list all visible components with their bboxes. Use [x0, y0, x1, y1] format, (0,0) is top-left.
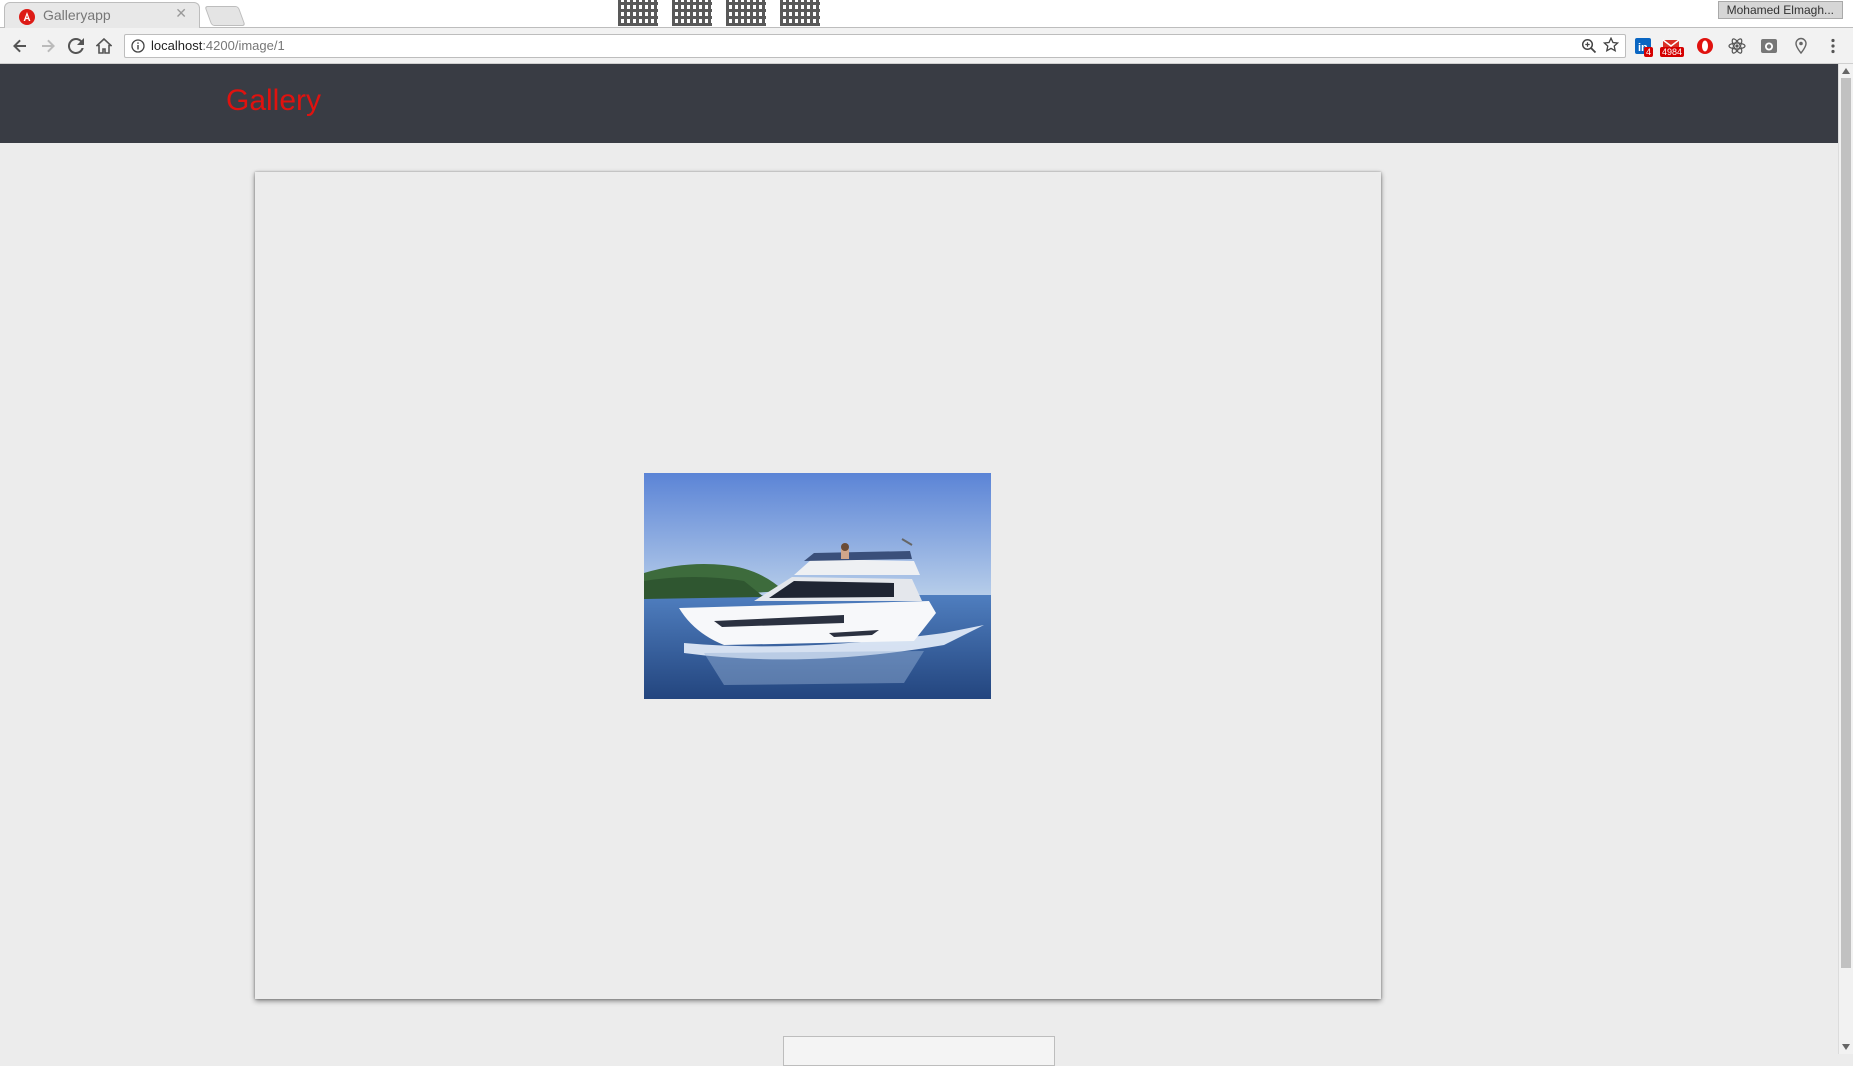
- browser-menu-button[interactable]: [1824, 37, 1842, 55]
- linkedin-badge: 4: [1644, 47, 1654, 57]
- info-icon[interactable]: [131, 39, 145, 53]
- tab-close-icon[interactable]: ✕: [175, 6, 187, 22]
- zoom-icon[interactable]: [1581, 38, 1597, 54]
- reload-button[interactable]: [65, 35, 87, 57]
- url-text[interactable]: localhost:4200/image/1: [151, 38, 285, 53]
- app-header: Gallery: [0, 64, 1838, 143]
- tab-title: Galleryapp: [43, 7, 111, 23]
- mail-extension[interactable]: 4984: [1660, 37, 1685, 57]
- arrow-left-icon: [13, 39, 26, 53]
- profile-button[interactable]: Mohamed Elmagh...: [1717, 1, 1843, 19]
- react-icon: [1728, 38, 1746, 54]
- back-button[interactable]: [9, 35, 31, 57]
- angular-favicon-icon: [19, 9, 35, 25]
- mail-badge: 4984: [1660, 47, 1685, 57]
- browser-tabstrip: Galleryapp ✕ Mohamed Elmagh...: [0, 0, 1853, 29]
- camera-extension[interactable]: [1760, 37, 1778, 55]
- opera-extension[interactable]: [1696, 37, 1714, 55]
- arrow-right-icon: [42, 39, 55, 53]
- scroll-up-arrow-icon[interactable]: [1842, 68, 1850, 74]
- address-bar[interactable]: localhost:4200/image/1: [124, 34, 1626, 58]
- camera-icon: [1761, 39, 1777, 53]
- reload-icon: [68, 38, 84, 54]
- scroll-thumb[interactable]: [1841, 78, 1851, 968]
- location-icon: [1795, 37, 1807, 55]
- react-extension[interactable]: [1728, 37, 1746, 55]
- gallery-image[interactable]: [644, 473, 991, 699]
- window-title-decoration: [618, 0, 820, 28]
- browser-tab[interactable]: Galleryapp ✕: [4, 2, 200, 29]
- linkedin-extension[interactable]: in 4: [1634, 37, 1654, 57]
- url-path: :4200/image/1: [202, 38, 285, 53]
- new-tab-button[interactable]: [204, 6, 246, 26]
- url-host: localhost: [151, 38, 203, 53]
- pagination-box[interactable]: [783, 1036, 1055, 1066]
- opera-icon: [1697, 38, 1713, 54]
- home-button[interactable]: [93, 35, 115, 57]
- bookmark-star-icon[interactable]: [1603, 37, 1619, 53]
- forward-button[interactable]: [37, 35, 59, 57]
- image-card: [255, 172, 1381, 999]
- home-icon: [96, 38, 112, 54]
- page-scrollbar[interactable]: [1838, 64, 1853, 1054]
- location-extension[interactable]: [1792, 37, 1810, 55]
- kebab-menu-icon: [1831, 38, 1835, 54]
- browser-toolbar: localhost:4200/image/1 in 4 4984: [0, 28, 1853, 64]
- app-title-link[interactable]: Gallery: [226, 84, 321, 118]
- scroll-down-arrow-icon[interactable]: [1842, 1044, 1850, 1050]
